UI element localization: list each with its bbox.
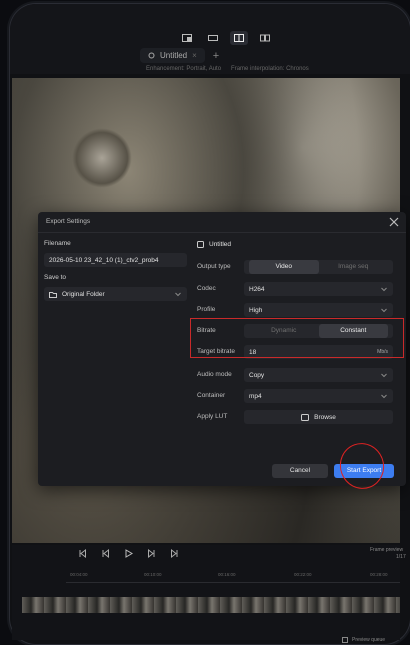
ruler-tick: 00:16:00 (218, 572, 236, 577)
status-row: Enhancement: Portrait, Auto Frame interp… (146, 66, 309, 72)
timeline-track[interactable] (66, 582, 400, 583)
bitrate-unit: Mb/s (377, 349, 388, 355)
browse-icon (301, 414, 310, 421)
preview-queue-label: Preview queue (352, 637, 386, 643)
save-to-label: Save to (44, 274, 67, 281)
bitrate-constant[interactable]: Constant (318, 324, 388, 338)
codec-value: H264 (249, 285, 265, 293)
step-back-icon[interactable] (101, 549, 110, 558)
profile-value: High (249, 306, 263, 314)
target-bitrate-row: Target bitrate 18 Mb/s (197, 345, 395, 359)
folder-icon (49, 291, 57, 298)
start-export-button[interactable]: Start Export (334, 464, 394, 478)
tab-row: Untitled × + (140, 48, 219, 63)
output-type-row: Output type Video Image seq (197, 260, 395, 274)
save-to-value: Original Folder (62, 290, 105, 298)
codec-row: Codec H264 (197, 282, 395, 296)
timeline-panel (12, 545, 400, 640)
wide-view-icon[interactable] (204, 31, 222, 45)
single-view-icon[interactable] (178, 31, 196, 45)
project-name-text: Untitled (209, 241, 232, 248)
bitrate-toggle[interactable]: Dynamic Constant (244, 324, 393, 338)
queue-icon (342, 637, 348, 643)
project-name: Untitled (197, 241, 231, 248)
audio-mode-dropdown[interactable]: Copy (244, 368, 393, 382)
audio-mode-value: Copy (249, 371, 265, 379)
filename-field[interactable]: 2026-05-10 23_42_10 (1)_ctv2_prob4 (44, 253, 187, 267)
frame-preview-value: 1/17 (396, 554, 406, 560)
output-type-video[interactable]: Video (249, 260, 319, 274)
browse-label: Browse (314, 413, 336, 421)
container-value: mp4 (249, 392, 262, 400)
export-settings-dialog: Export Settings Filename 2026-05-10 23_4… (38, 212, 406, 486)
target-bitrate-label: Target bitrate (197, 348, 235, 355)
add-tab-button[interactable]: + (213, 50, 219, 62)
chevron-down-icon (381, 308, 387, 313)
thumbnail-strip[interactable] (22, 597, 400, 613)
profile-label: Profile (197, 306, 216, 313)
profile-dropdown[interactable]: High (244, 303, 393, 317)
step-forward-icon[interactable] (147, 549, 156, 558)
close-icon[interactable] (388, 216, 400, 228)
output-type-toggle[interactable]: Video Image seq (244, 260, 393, 274)
apply-lut-row: Apply LUT Browse (197, 410, 395, 424)
target-bitrate-value: 18 (249, 348, 257, 356)
play-icon[interactable] (124, 549, 133, 558)
timeline-ruler: 00:04:00 00:10:00 00:16:00 00:22:00 00:2… (66, 569, 400, 581)
preview-queue[interactable]: Preview queue (342, 637, 385, 643)
skip-start-icon[interactable] (78, 549, 87, 558)
export-file-icon (197, 241, 204, 248)
ruler-tick: 00:22:00 (294, 572, 312, 577)
chevron-down-icon (381, 373, 387, 378)
tab-label: Untitled (160, 51, 188, 60)
chevron-down-icon (381, 287, 387, 292)
tab-untitled[interactable]: Untitled × (140, 48, 205, 63)
bitrate-dynamic[interactable]: Dynamic (249, 324, 319, 338)
skip-end-icon[interactable] (170, 549, 179, 558)
dialog-header: Export Settings (38, 212, 406, 233)
playback-controls (78, 549, 179, 558)
view-mode-buttons (178, 31, 274, 45)
container-label: Container (197, 392, 226, 399)
bitrate-label: Bitrate (197, 327, 216, 334)
close-tab-icon[interactable]: × (192, 51, 197, 60)
save-to-dropdown[interactable]: Original Folder (44, 287, 187, 301)
cancel-button[interactable]: Cancel (272, 464, 328, 478)
chevron-down-icon (381, 394, 387, 399)
profile-row: Profile High (197, 303, 395, 317)
chevron-down-icon (175, 292, 181, 297)
codec-label: Codec (197, 285, 216, 292)
split-view-icon[interactable] (230, 31, 248, 45)
ruler-tick: 00:28:00 (370, 572, 388, 577)
target-bitrate-input[interactable]: 18 Mb/s (244, 345, 393, 359)
container-row: Container mp4 (197, 389, 395, 403)
gear-icon (148, 52, 155, 59)
codec-dropdown[interactable]: H264 (244, 282, 393, 296)
audio-mode-label: Audio mode (197, 371, 232, 378)
dual-view-icon[interactable] (256, 31, 274, 45)
audio-mode-row: Audio mode Copy (197, 368, 395, 382)
status-enhancement: Enhancement: Portrait, Auto (146, 66, 222, 72)
dialog-title: Export Settings (46, 218, 91, 225)
file-settings: Filename 2026-05-10 23_42_10 (1)_ctv2_pr… (44, 240, 187, 301)
frame-preview-label: Frame preview (370, 547, 404, 553)
ruler-tick: 00:10:00 (144, 572, 162, 577)
ruler-tick: 00:04:00 (70, 572, 88, 577)
apply-lut-label: Apply LUT (197, 413, 228, 420)
status-interpolation: Frame interpolation: Chronos (231, 66, 309, 72)
container-dropdown[interactable]: mp4 (244, 389, 393, 403)
filename-label: Filename (44, 240, 71, 247)
browse-button[interactable]: Browse (244, 410, 393, 424)
output-type-image-seq[interactable]: Image seq (319, 260, 389, 274)
output-type-label: Output type (197, 263, 231, 270)
bitrate-row: Bitrate Dynamic Constant (197, 324, 395, 338)
